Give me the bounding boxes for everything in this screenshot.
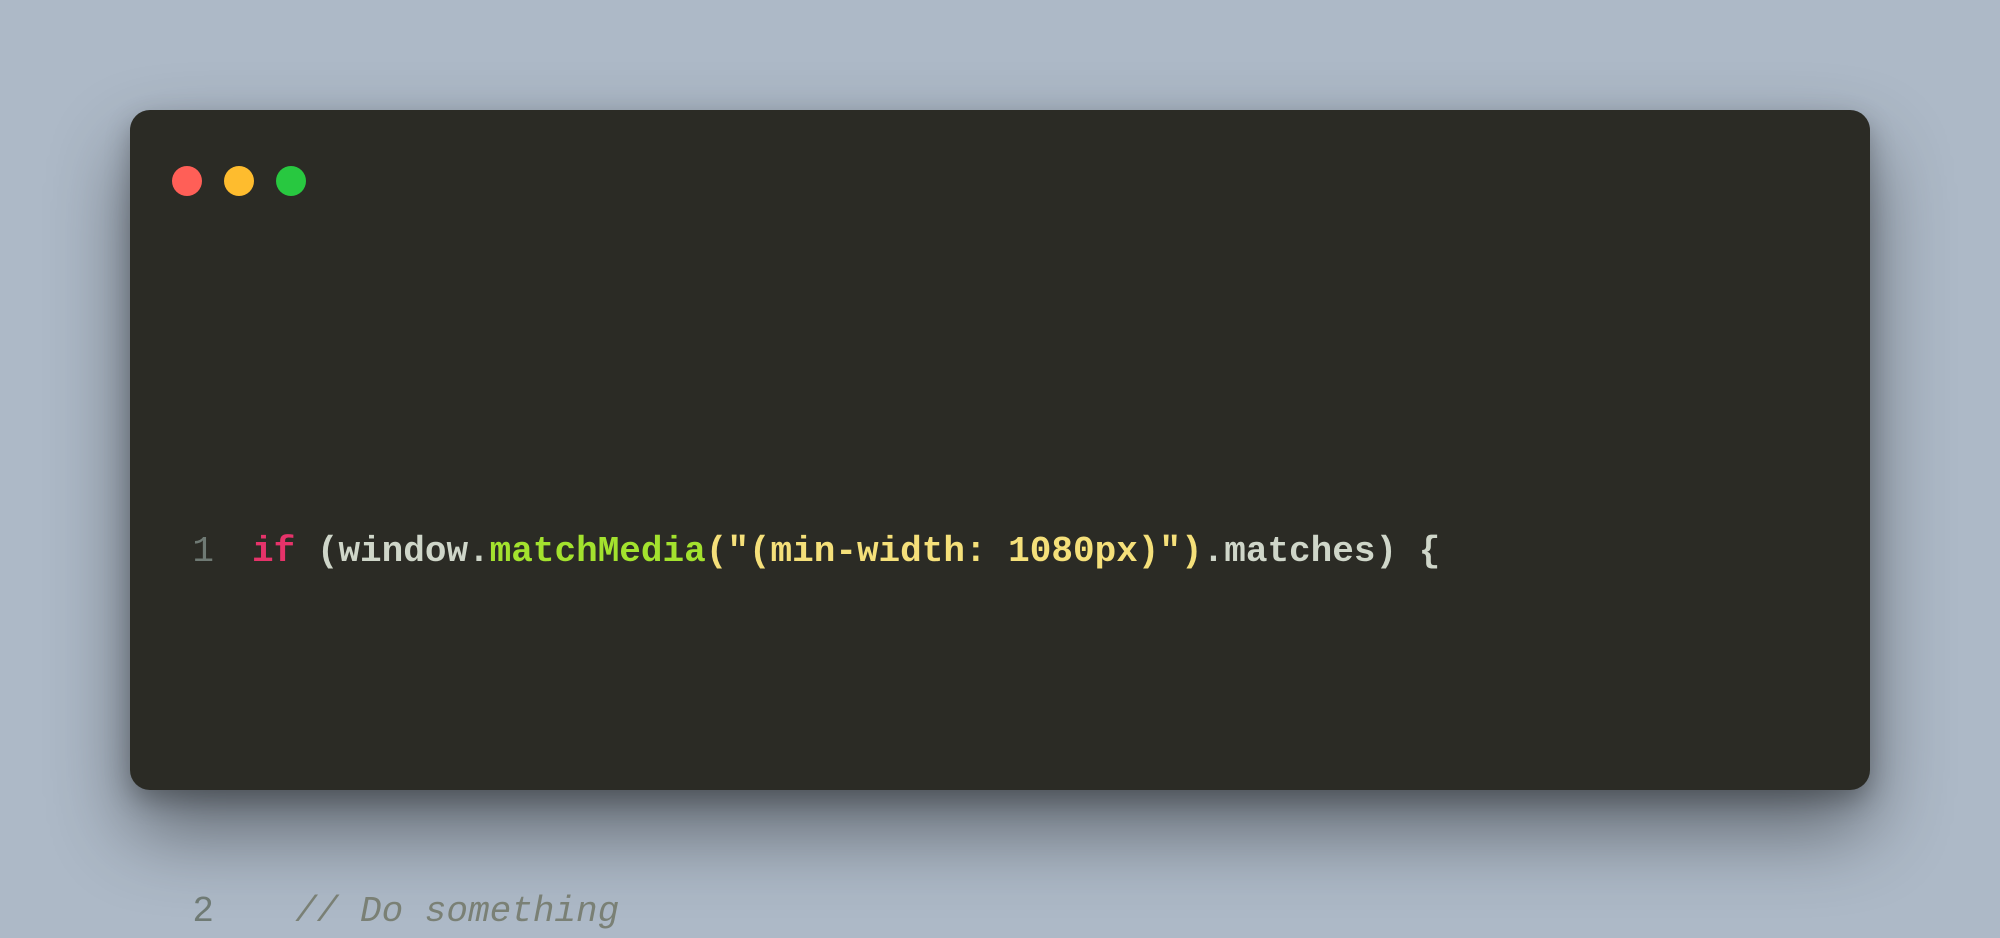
page-stage: 1 if (window.matchMedia("(min-width: 108… xyxy=(0,0,2000,938)
line-number: 1 xyxy=(172,516,214,588)
minimize-icon[interactable] xyxy=(224,166,254,196)
token-paren: ( xyxy=(317,531,339,572)
maximize-icon[interactable] xyxy=(276,166,306,196)
code-window: 1 if (window.matchMedia("(min-width: 108… xyxy=(130,110,1870,790)
token-brace: { xyxy=(1419,531,1441,572)
token-string: "(min-width: 1080px)" xyxy=(727,531,1181,572)
token-paren: ) xyxy=(1181,531,1203,572)
token-paren: ) xyxy=(1375,531,1397,572)
code-content: // Do something xyxy=(252,876,1828,938)
token-dot: . xyxy=(1203,531,1225,572)
close-icon[interactable] xyxy=(172,166,202,196)
code-content: if (window.matchMedia("(min-width: 1080p… xyxy=(252,516,1828,588)
token-identifier: window xyxy=(338,531,468,572)
token-dot: . xyxy=(468,531,490,572)
code-line: 2 // Do something xyxy=(172,876,1828,938)
token-identifier: matches xyxy=(1224,531,1375,572)
token-function: matchMedia xyxy=(490,531,706,572)
line-number: 2 xyxy=(172,876,214,938)
token-paren: ( xyxy=(706,531,728,572)
code-line: 1 if (window.matchMedia("(min-width: 108… xyxy=(172,516,1828,588)
token-keyword: if xyxy=(252,531,295,572)
code-block: 1 if (window.matchMedia("(min-width: 108… xyxy=(130,228,1870,938)
token-comment: // Do something xyxy=(295,891,619,932)
window-traffic-lights xyxy=(130,156,1870,228)
